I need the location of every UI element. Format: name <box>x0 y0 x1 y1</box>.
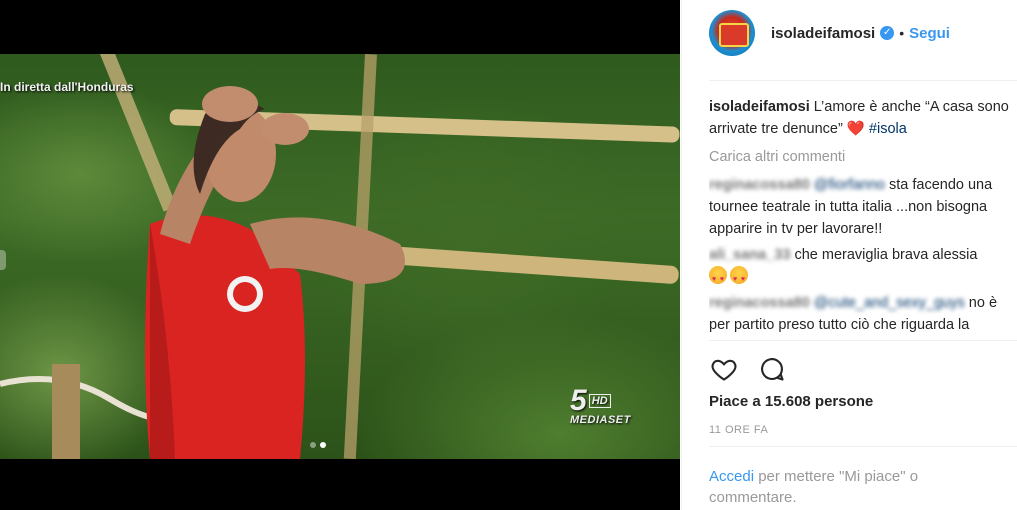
login-prompt: Accedi per mettere "Mi piace" o commenta… <box>709 466 999 508</box>
broadcast-overlay-text: In diretta dall'Honduras <box>0 80 134 94</box>
carousel-dot-active[interactable] <box>320 442 326 448</box>
footer-divider <box>709 446 1017 447</box>
load-more-comments-button[interactable]: Carica altri commenti <box>709 146 1017 168</box>
heart-eyes-emoji-icon <box>730 266 748 288</box>
comment-text: che meraviglia brava alessia <box>794 247 978 263</box>
video-frame[interactable]: In diretta dall'Honduras 5 HD MEDIASET <box>0 54 680 459</box>
comment-mention[interactable]: @fiorfanno <box>814 177 885 193</box>
follow-button[interactable]: Segui <box>909 25 950 42</box>
actions-divider <box>709 340 1017 341</box>
carousel-prev-arrow[interactable] <box>0 250 6 270</box>
comment-item: reginacossa80 @fiorfanno sta facendo una… <box>709 174 1017 240</box>
header-divider <box>709 80 1017 81</box>
likes-count[interactable]: Piace a 15.608 persone <box>709 393 873 410</box>
caption-hashtag[interactable]: #isola <box>869 121 907 137</box>
post-header: isoladeifamosi ✓ • Segui <box>709 10 950 56</box>
heart-outline-icon[interactable] <box>709 355 739 383</box>
action-bar <box>709 355 805 383</box>
comment-username[interactable]: ali_sana_33 <box>709 247 790 263</box>
comment-username[interactable]: reginacossa80 <box>709 177 810 193</box>
comment-mention[interactable]: @cute_and_sexy_guys <box>814 295 965 311</box>
carousel-dot[interactable] <box>310 442 316 448</box>
verified-badge-icon: ✓ <box>880 26 895 40</box>
channel-logo: 5 HD MEDIASET <box>570 384 631 426</box>
comment-item: reginacossa80 @cute_and_sexy_guys no è p… <box>709 292 1017 336</box>
login-link[interactable]: Accedi <box>709 468 754 485</box>
header-username[interactable]: isoladeifamosi <box>771 25 875 42</box>
comment-username[interactable]: reginacossa80 <box>709 295 810 311</box>
comments-section: isoladeifamosi L’amore è anche “A casa s… <box>709 96 1017 340</box>
avatar[interactable] <box>709 10 755 56</box>
hd-badge: HD <box>588 394 611 408</box>
separator-dot: • <box>899 25 905 41</box>
avatar-logo-icon <box>719 23 749 47</box>
comment-bubble-icon[interactable] <box>757 355 787 383</box>
channel-name: MEDIASET <box>570 414 631 426</box>
carousel-dots <box>310 435 330 453</box>
heart-eyes-emoji-icon <box>709 266 727 288</box>
caption: isoladeifamosi L’amore è anche “A casa s… <box>709 96 1017 140</box>
post-side-panel: isoladeifamosi ✓ • Segui isoladeifamosi … <box>681 0 1017 510</box>
heart-emoji-icon: ❤️ <box>846 121 865 137</box>
channel-number: 5 <box>570 384 587 417</box>
comment-item: ali_sana_33 che meraviglia brava alessia <box>709 244 1017 288</box>
post-timestamp: 11 ORE FA <box>709 424 769 436</box>
caption-username[interactable]: isoladeifamosi <box>709 99 810 115</box>
post-media[interactable]: In diretta dall'Honduras 5 HD MEDIASET <box>0 0 680 510</box>
